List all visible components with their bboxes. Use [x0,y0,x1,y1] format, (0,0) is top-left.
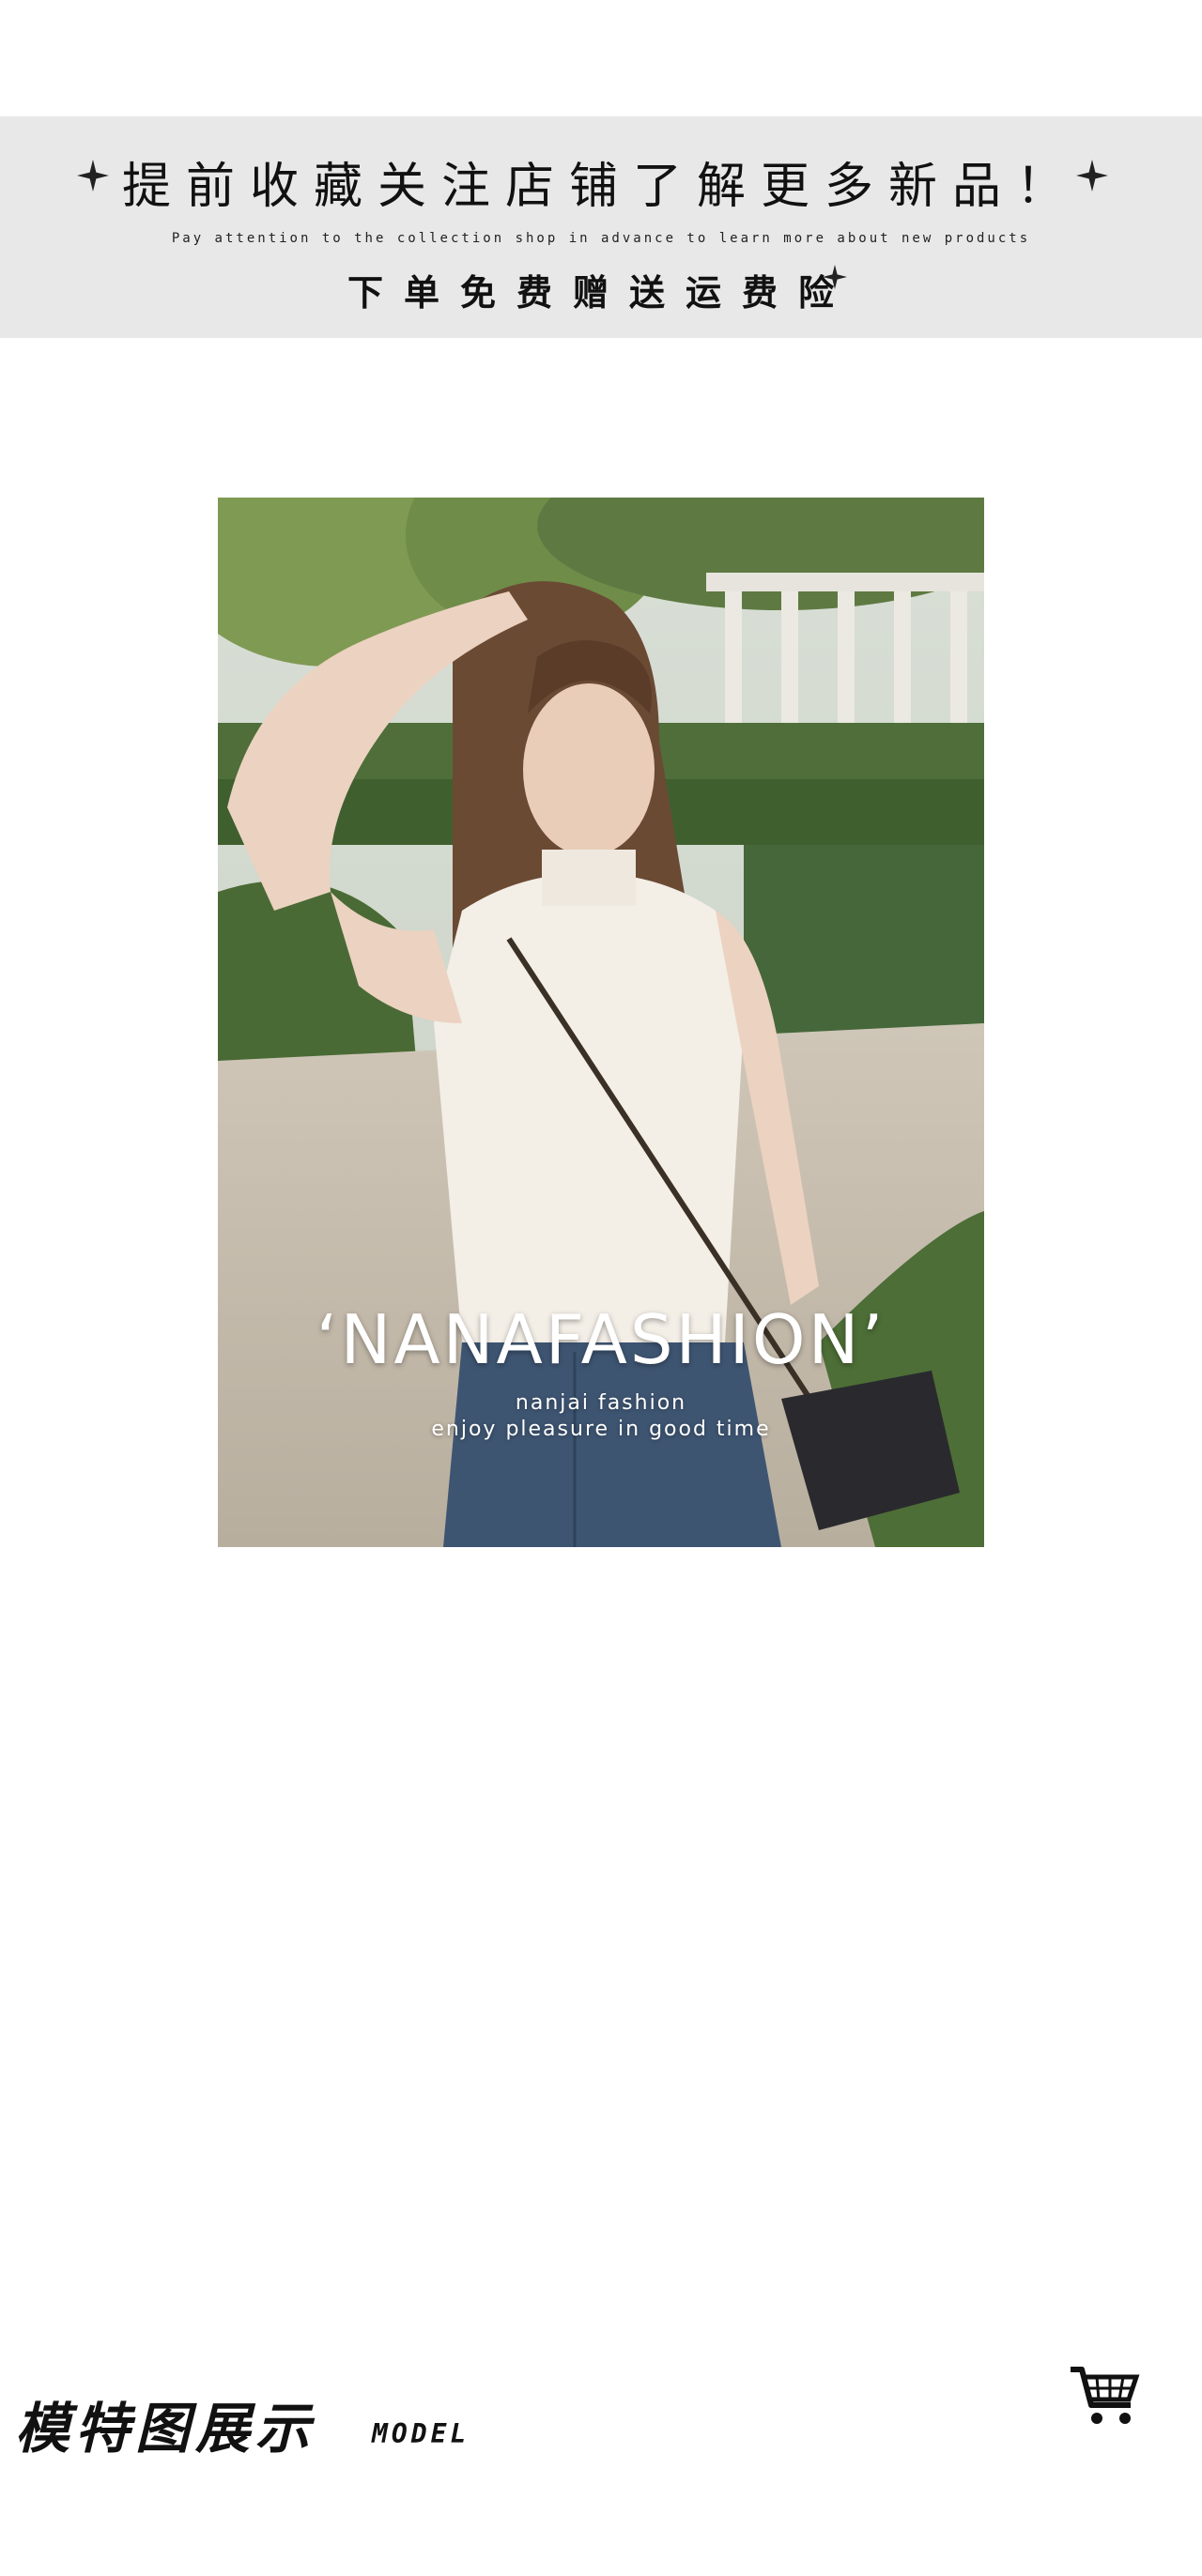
banner-note: 下单免费赠送运费险 [347,272,855,314]
promo-banner: 提前收藏关注店铺了解更多新品！ Pay attention to the col… [0,116,1202,338]
model-photo-illustration [218,498,984,1547]
brand-tagline-2: enjoy pleasure in good time [431,1418,771,1441]
brand-name: ‘NANAFASHION’ [316,1300,886,1379]
sparkle-icon [823,265,847,289]
section-subtitle: MODEL [372,2418,470,2449]
brand-tagline-1: nanjai fashion [515,1391,687,1415]
banner-title: 提前收藏关注店铺了解更多新品！ [121,159,1080,215]
section-title: 模特图展示 [15,2397,316,2461]
shopping-cart-icon[interactable] [1067,2362,1142,2430]
banner-subtitle: Pay attention to the collection shop in … [171,231,1031,246]
model-photo: ‘NANAFASHION’ nanjai fashion enjoy pleas… [218,498,984,1547]
